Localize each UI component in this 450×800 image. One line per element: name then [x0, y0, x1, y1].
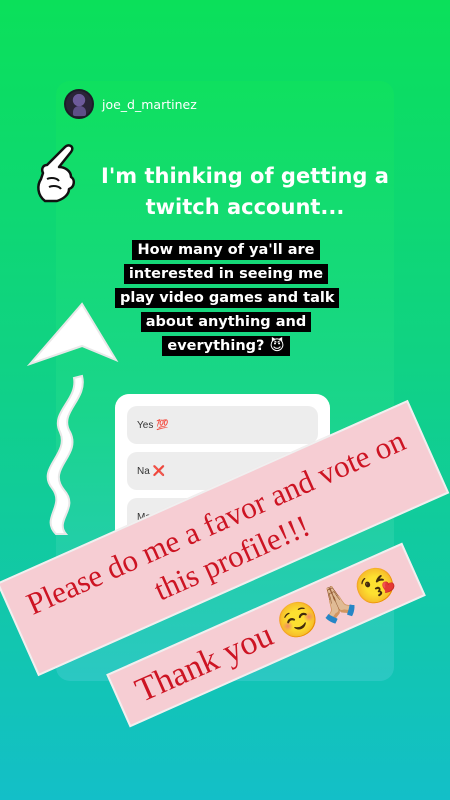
- question-label: How many of ya'll are interested in seei…: [115, 240, 340, 356]
- profile-avatar[interactable]: [64, 89, 94, 119]
- story-headline: I'm thinking of getting a twitch account…: [101, 164, 389, 219]
- pointing-hand-icon: [37, 144, 75, 203]
- story-header: joe_d_martinez: [64, 89, 197, 119]
- poll-option-yes[interactable]: Yes 💯: [127, 406, 318, 444]
- question-text: How many of ya'll are interested in seei…: [115, 238, 340, 358]
- username[interactable]: joe_d_martinez: [102, 97, 197, 112]
- arrow-icon: [26, 302, 119, 535]
